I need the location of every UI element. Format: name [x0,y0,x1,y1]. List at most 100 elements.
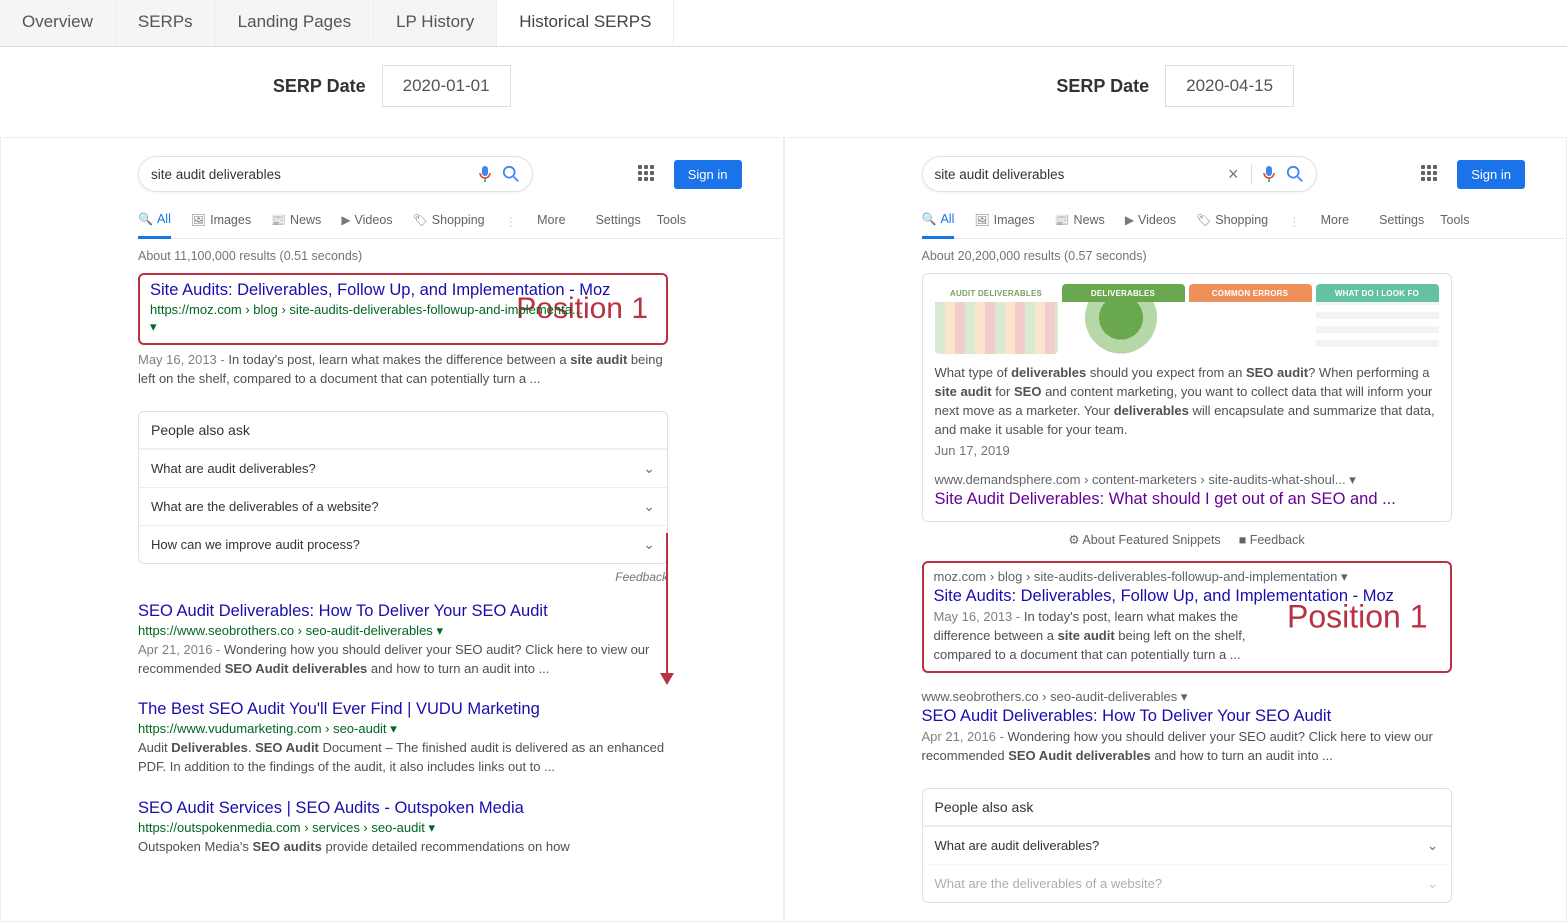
tab-landing-pages[interactable]: Landing Pages [216,0,374,46]
gnav-all[interactable]: 🔍All [922,204,955,239]
fs-title[interactable]: Site Audit Deliverables: What should I g… [935,490,1439,509]
result-title[interactable]: The Best SEO Audit You'll Ever Find | VU… [138,700,668,719]
result-stats: About 11,100,000 results (0.51 seconds) [138,249,668,263]
highlight-box-left: Position 1 Site Audits: Deliverables, Fo… [138,273,668,345]
chevron-down-icon: ⌄ [643,536,655,553]
mic-icon[interactable] [476,165,494,183]
result-breadcrumb: www.seobrothers.co › seo-audit-deliverab… [922,689,1452,705]
search-box[interactable]: × [922,156,1317,192]
paa-title: People also ask [923,789,1451,826]
chevron-down-icon: ⌄ [643,460,655,477]
news-icon: 📰 [271,213,286,227]
fs-footer: ⚙ About Featured Snippets ■ Feedback [922,532,1452,547]
paa-row[interactable]: What are audit deliverables?⌄ [923,826,1451,864]
google-nav: 🔍All 🖼Images 📰News ▶Videos 🏷Shopping ⋮ M… [138,198,782,239]
clear-icon[interactable]: × [1228,164,1239,185]
search-icon[interactable] [1286,165,1304,183]
paa-row[interactable]: What are audit deliverables?⌄ [139,449,667,487]
result-breadcrumb: moz.com › blog › site-audits-deliverable… [934,569,1440,585]
search-icon: 🔍 [138,212,153,226]
gnav-more[interactable]: More [537,205,565,237]
signin-button[interactable]: Sign in [1457,160,1525,189]
serp-panel-right: × Sign in 🔍All 🖼Images 📰News [784,138,1567,922]
serp-date-label-right: SERP Date [1056,76,1149,97]
gnav-images[interactable]: 🖼Images [191,205,251,237]
caret-icon[interactable]: ▾ [390,721,397,736]
gnav-shopping[interactable]: 🏷Shopping [413,205,485,237]
gnav-tools[interactable]: Tools [1440,205,1469,237]
video-icon: ▶ [341,213,350,227]
tab-lp-history[interactable]: LP History [374,0,497,46]
chevron-down-icon: ⌄ [1427,875,1439,892]
gnav-settings[interactable]: Settings [1379,205,1424,237]
gnav-news[interactable]: 📰News [271,205,321,237]
result-snippet: Audit Deliverables. SEO Audit Document –… [138,739,668,777]
serp-date-value-left[interactable]: 2020-01-01 [382,65,511,107]
result-snippet: May 16, 2013 - In today's post, learn wh… [138,351,668,389]
paa-feedback[interactable]: Feedback [138,570,668,584]
tab-serps[interactable]: SERPs [116,0,216,46]
tab-historical-serps[interactable]: Historical SERPS [497,0,674,46]
fs-thumbnail[interactable]: DELIVERABLES [1062,284,1185,354]
fs-date: Jun 17, 2019 [935,443,1439,458]
people-also-ask: People also ask What are audit deliverab… [922,788,1452,903]
gnav-images[interactable]: 🖼Images [974,205,1034,237]
tab-overview[interactable]: Overview [0,0,116,46]
gnav-shopping[interactable]: 🏷Shopping [1196,205,1268,237]
gnav-videos[interactable]: ▶Videos [341,205,392,237]
serp-date-label-left: SERP Date [273,76,366,97]
search-input[interactable] [935,167,1220,182]
image-icon: 🖼 [974,213,989,227]
video-icon: ▶ [1125,213,1134,227]
paa-title: People also ask [139,412,667,449]
image-icon: 🖼 [191,213,206,227]
search-input[interactable] [151,167,468,182]
result-title[interactable]: SEO Audit Deliverables: How To Deliver Y… [922,707,1452,726]
fs-text: What type of deliverables should you exp… [935,364,1439,439]
caret-icon[interactable]: ▾ [436,623,443,638]
result-snippet: May 16, 2013 - In today's post, learn wh… [934,608,1294,665]
result-stats: About 20,200,000 results (0.57 seconds) [922,249,1452,263]
fs-thumbnail[interactable]: COMMON ERRORS [1189,284,1312,354]
fs-feedback[interactable]: ■ Feedback [1239,533,1305,547]
serp-date-value-right[interactable]: 2020-04-15 [1165,65,1294,107]
serp-panel-left: Sign in 🔍All 🖼Images 📰News ▶Videos 🏷Shop… [0,138,784,922]
caret-icon[interactable]: ▾ [1349,472,1356,487]
gnav-all[interactable]: 🔍All [138,204,171,239]
gnav-videos[interactable]: ▶Videos [1125,205,1176,237]
fs-thumbnail[interactable]: WHAT DO I LOOK FO [1316,284,1439,354]
mic-icon[interactable] [1260,165,1278,183]
paa-row[interactable]: What are the deliverables of a website?⌄ [139,487,667,525]
caret-icon[interactable]: ▾ [428,820,435,835]
signin-button[interactable]: Sign in [674,160,742,189]
tag-icon: 🏷 [1196,213,1211,227]
result-url: https://www.seobrothers.co › seo-audit-d… [138,623,668,639]
paa-row[interactable]: How can we improve audit process?⌄ [139,525,667,563]
gnav-more[interactable]: More [1321,205,1349,237]
featured-snippet: AUDIT DELIVERABLES DELIVERABLES COMMON E… [922,273,1452,522]
result-url: https://moz.com › blog › site-audits-del… [150,302,656,317]
gnav-settings[interactable]: Settings [596,205,641,237]
gnav-news[interactable]: 📰News [1055,205,1105,237]
caret-icon[interactable]: ▾ [1341,569,1348,584]
result-title[interactable]: Site Audits: Deliverables, Follow Up, an… [150,281,656,300]
result-title[interactable]: Site Audits: Deliverables, Follow Up, an… [934,587,1440,606]
highlight-box-right: Position 1 moz.com › blog › site-audits-… [922,561,1452,673]
apps-icon[interactable] [1421,165,1439,183]
result-title[interactable]: SEO Audit Services | SEO Audits - Outspo… [138,799,668,818]
search-icon[interactable] [502,165,520,183]
apps-icon[interactable] [638,165,656,183]
result-url: https://outspokenmedia.com › services › … [138,820,668,836]
caret-icon[interactable]: ▾ [1181,689,1188,704]
result-snippet: Apr 21, 2016 - Wondering how you should … [138,641,668,679]
paa-row[interactable]: What are the deliverables of a website?⌄ [923,864,1451,902]
serp-date-row: SERP Date 2020-01-01 SERP Date 2020-04-1… [0,47,1567,138]
search-box[interactable] [138,156,533,192]
gnav-tools[interactable]: Tools [657,205,686,237]
result-title[interactable]: SEO Audit Deliverables: How To Deliver Y… [138,602,668,621]
fs-thumbnail[interactable]: AUDIT DELIVERABLES [935,284,1058,354]
caret-icon[interactable]: ▾ [150,319,157,334]
search-icon: 🔍 [922,212,937,226]
people-also-ask: People also ask What are audit deliverab… [138,411,668,564]
about-featured-snippets[interactable]: ⚙ About Featured Snippets [1068,532,1220,547]
